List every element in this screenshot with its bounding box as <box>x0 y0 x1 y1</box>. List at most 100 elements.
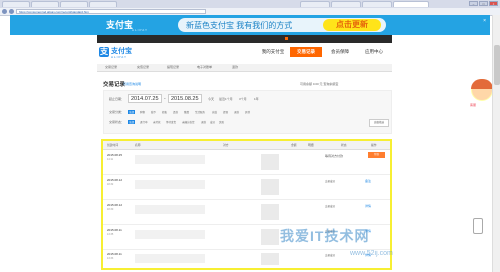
status-option[interactable]: 进行中 <box>140 120 148 124</box>
banner-close-icon[interactable]: × <box>483 18 486 24</box>
date-from-input[interactable]: 2014.07.25 <box>128 94 162 103</box>
status-option[interactable]: 成功 <box>210 120 215 124</box>
type-option[interactable]: 充值 <box>212 110 217 114</box>
row-amount-redacted <box>261 253 279 265</box>
quick-3m[interactable]: 3个月 <box>239 97 247 101</box>
quick-today[interactable]: 今天 <box>208 97 214 101</box>
column-header: 操作 <box>371 143 377 147</box>
type-option[interactable]: 还款 <box>173 110 178 114</box>
row-name-redacted <box>135 155 205 164</box>
alipay-logo-icon[interactable]: 支 <box>99 47 109 57</box>
row-amount-redacted <box>261 179 279 195</box>
column-header: 金额 <box>291 143 297 147</box>
type-option[interactable]: 购物 <box>140 110 145 114</box>
browser-tab[interactable] <box>89 1 117 7</box>
table-row[interactable]: 2015.08.11 13:33 交易成功 详情 <box>103 249 390 268</box>
nav-apps[interactable]: 应用中心 <box>358 47 390 57</box>
type-option[interactable]: 生活服务 <box>195 110 205 114</box>
subnav-item[interactable]: 提现记录 <box>167 64 179 71</box>
browser-tab[interactable] <box>31 1 59 7</box>
row-action-link[interactable]: 备注 <box>365 179 371 183</box>
row-name-redacted <box>135 180 205 189</box>
side-label: 客服 <box>470 103 477 107</box>
type-option[interactable]: 提现 <box>223 110 228 114</box>
pay-button[interactable]: 付款 <box>368 152 385 158</box>
status-option[interactable]: 等待发货 <box>166 120 176 124</box>
table-row[interactable]: 2015.08.25 14:11 等待对方付款 付款 <box>103 150 390 175</box>
type-option[interactable]: 其他 <box>245 110 250 114</box>
vertical-scrollbar[interactable] <box>492 15 500 272</box>
update-button[interactable]: 点击更新 <box>323 19 381 31</box>
quick-1y[interactable]: 1年 <box>254 97 259 101</box>
transaction-table: 创建时间 名称 对方 金额 明细 状态 操作 2015.08.25 14:11 … <box>101 139 392 270</box>
row-action-link[interactable]: 详情 <box>365 204 371 208</box>
browser-tab[interactable] <box>300 1 330 7</box>
browser-tab[interactable] <box>331 1 361 7</box>
banner-slogan: 新蓝色支付宝 我有我们的方式 <box>186 21 293 30</box>
minimize-button[interactable]: – <box>469 1 478 6</box>
subnav-item[interactable]: 交易记录 <box>105 64 117 71</box>
status-option[interactable]: 失败 <box>219 120 224 124</box>
nav-my-alipay[interactable]: 我的支付宝 <box>257 47 289 57</box>
subnav-item[interactable]: 退款 <box>232 64 238 71</box>
type-option[interactable]: 转账 <box>162 110 167 114</box>
window-controls: – □ × <box>469 1 498 6</box>
browser-tab[interactable] <box>362 1 392 7</box>
browser-tab-active[interactable] <box>393 1 429 7</box>
row-name-redacted <box>135 230 205 239</box>
column-header: 创建时间 <box>107 143 119 147</box>
row-status: 交易成功 <box>325 254 336 257</box>
subnav-item[interactable]: 电子对账单 <box>197 64 212 71</box>
row-time: 13:35 <box>107 233 114 236</box>
date-sep: - <box>164 96 166 102</box>
update-banner: 支付宝 ALIPAY 新蓝色支付宝 我有我们的方式 点击更新 × <box>10 15 490 35</box>
browser-tab-bar: – □ × <box>0 0 500 8</box>
help-link[interactable]: 可用查询说明 <box>123 82 141 86</box>
balance-info: 可用余额 0.00 元 查询余额宝 <box>300 82 339 86</box>
close-window-button[interactable]: × <box>489 1 498 6</box>
row-date: 2015.08.11 <box>107 252 122 256</box>
scroll-thumb[interactable] <box>494 45 500 85</box>
row-status: 交易成功 <box>325 205 336 208</box>
browser-tab[interactable] <box>2 1 30 7</box>
back-icon[interactable] <box>2 9 7 14</box>
subnav-item[interactable]: 充值记录 <box>137 64 149 71</box>
table-row[interactable]: 2015.08.12 18:32 交易成功 备注 <box>103 175 390 200</box>
column-header: 名称 <box>135 143 141 147</box>
row-time: 18:32 <box>107 183 114 186</box>
mobile-icon[interactable] <box>473 218 483 234</box>
top-bar <box>97 35 392 43</box>
banner-logo-en: ALIPAY <box>132 28 149 32</box>
row-amount-redacted <box>261 204 279 220</box>
row-amount-redacted <box>261 154 279 170</box>
site-header: 支 支付宝 ALIPAY 我的支付宝 交易记录 会员保障 应用中心 <box>97 43 392 63</box>
table-row[interactable]: 2015.08.12 18:30 交易成功 详情 <box>103 200 390 225</box>
address-input[interactable]: https://consumeprod.alipay.com/record/st… <box>16 9 206 14</box>
type-option[interactable]: 线下 <box>151 110 156 114</box>
notification-badge <box>285 37 288 40</box>
date-to-input[interactable]: 2015.08.25 <box>168 94 202 103</box>
watermark: 我爱IT技术网 <box>280 228 370 244</box>
page-title: 交易记录 <box>103 82 126 88</box>
column-header: 状态 <box>341 143 347 147</box>
type-option[interactable]: 退款 <box>234 110 239 114</box>
status-option[interactable]: 未确认收货 <box>182 120 195 124</box>
table-header: 创建时间 名称 对方 金额 明细 状态 操作 <box>103 141 390 150</box>
type-option[interactable]: 全部 <box>128 110 136 114</box>
quick-1m[interactable]: 最近1个月 <box>219 97 233 101</box>
status-option[interactable]: 全部 <box>128 120 136 124</box>
type-option[interactable]: 缴费 <box>184 110 189 114</box>
row-date: 2015.08.11 <box>107 228 122 232</box>
browser-tab[interactable] <box>60 1 88 7</box>
nav-protection[interactable]: 会员保障 <box>324 47 356 57</box>
forward-icon[interactable] <box>9 9 14 14</box>
avatar-hair <box>471 79 493 89</box>
status-option[interactable]: 退款 <box>201 120 206 124</box>
advanced-filter-button[interactable]: 高级筛选 <box>369 119 389 127</box>
status-option[interactable]: 未付款 <box>153 120 161 124</box>
status-label: 交易状态： <box>109 120 125 124</box>
banner-slogan-box: 新蓝色支付宝 我有我们的方式 点击更新 <box>178 18 386 32</box>
type-label: 交易分类： <box>109 110 125 114</box>
maximize-button[interactable]: □ <box>479 1 488 6</box>
nav-transactions[interactable]: 交易记录 <box>290 47 322 57</box>
